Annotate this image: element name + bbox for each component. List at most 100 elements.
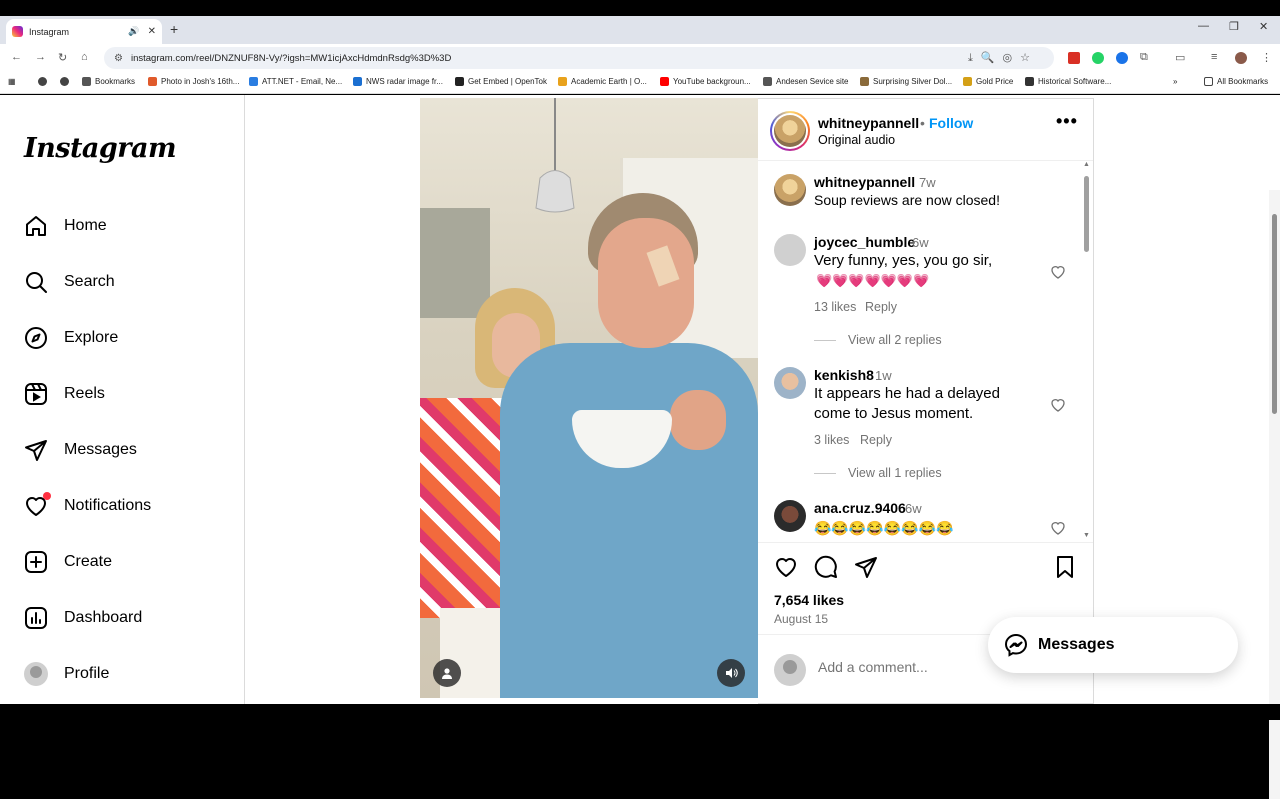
- comment-text: Very funny, yes, you go sir,: [814, 252, 993, 269]
- reply-button[interactable]: Reply: [860, 433, 892, 447]
- reload-icon[interactable]: ↻: [58, 51, 67, 64]
- page-scrollbar-thumb[interactable]: [1272, 214, 1277, 414]
- bookmark-label: Photo in Josh's 16th...: [161, 77, 240, 86]
- follow-button[interactable]: Follow: [929, 115, 973, 131]
- comments-list: whitneypannell 7w Soup reviews are now c…: [758, 162, 1093, 542]
- tagged-user-button[interactable]: [433, 659, 461, 687]
- volume-button[interactable]: [717, 659, 745, 687]
- reel-video[interactable]: [420, 98, 758, 698]
- browser-tab[interactable]: Instagram 🔊 ✕: [6, 19, 162, 44]
- audio-link[interactable]: Original audio: [818, 133, 895, 147]
- plus-square-icon: [25, 551, 47, 573]
- avatar: [774, 654, 806, 686]
- like-count[interactable]: 7,654 likes: [774, 592, 844, 608]
- bookmark-favicon-icon: [860, 77, 869, 86]
- messages-label: Messages: [1038, 636, 1115, 653]
- bookmark-label: YouTube backgroun...: [673, 77, 751, 86]
- forward-icon[interactable]: →: [35, 51, 46, 63]
- bookmark-item[interactable]: NWS radar image fr...: [353, 77, 443, 86]
- bookmark-item[interactable]: Historical Software...: [1025, 77, 1111, 86]
- bookmark-item[interactable]: Andesen Sevice site: [763, 77, 849, 86]
- share-send-icon[interactable]: [854, 555, 878, 579]
- close-tab-icon[interactable]: ✕: [148, 26, 156, 37]
- address-bar-actions[interactable]: ⤓🔍◎☆: [968, 51, 1038, 65]
- messages-floating-button[interactable]: Messages: [988, 617, 1238, 673]
- view-replies-button[interactable]: View all 1 replies: [814, 466, 942, 480]
- site-info-icon[interactable]: ⚙: [114, 53, 123, 64]
- sidebar-item-messages[interactable]: Messages: [24, 435, 137, 465]
- comment-likes[interactable]: 3 likes: [814, 433, 849, 447]
- menu-kebab-icon[interactable]: ⋮: [1261, 51, 1272, 64]
- bookmark-item[interactable]: ATT.NET - Email, Ne...: [249, 77, 342, 86]
- comment-username[interactable]: joycec_humble: [814, 234, 915, 250]
- address-bar[interactable]: ⚙ instagram.com/reel/DNZNUF8N-Vy/?igsh=M…: [104, 47, 1054, 69]
- compass-icon: [25, 327, 47, 349]
- side-panel-icon[interactable]: ▭: [1175, 51, 1185, 64]
- scroll-down-arrow-icon[interactable]: ▼: [1083, 532, 1090, 539]
- comment-bubble-icon[interactable]: [814, 555, 838, 579]
- sidebar-item-profile[interactable]: Profile: [24, 659, 109, 689]
- bookmark-item[interactable]: Bookmarks: [82, 77, 135, 86]
- browser-toolbar: ← → ↻ ⌂ ⚙ instagram.com/reel/DNZNUF8N-Vy…: [0, 44, 1280, 72]
- video-hand: [670, 390, 726, 450]
- comment-username[interactable]: ana.cruz.9406: [814, 500, 906, 516]
- bookmark-favicon-icon: [763, 77, 772, 86]
- sidebar-item-search[interactable]: Search: [24, 267, 115, 297]
- video-window: [420, 208, 490, 318]
- bookmark-item[interactable]: YouTube backgroun...: [660, 77, 751, 86]
- sidebar-item-explore[interactable]: Explore: [24, 323, 118, 353]
- avatar[interactable]: [774, 367, 806, 399]
- screen-top-border: [0, 0, 1280, 16]
- extensions-puzzle-icon[interactable]: ⧉: [1140, 51, 1148, 64]
- like-comment-heart-icon[interactable]: [1050, 397, 1066, 413]
- new-tab-button[interactable]: +: [170, 21, 178, 37]
- avatar[interactable]: [774, 234, 806, 266]
- whatsapp-extension-icon[interactable]: [1092, 52, 1104, 64]
- story-ring[interactable]: [770, 111, 810, 151]
- avatar[interactable]: [774, 174, 806, 206]
- extension-icon[interactable]: [1116, 52, 1128, 64]
- sidebar-item-notifications[interactable]: Notifications: [24, 491, 151, 521]
- bookmark-item[interactable]: Get Embed | OpenTok: [455, 77, 547, 86]
- bookmark-icon[interactable]: [60, 77, 73, 86]
- bookmark-item[interactable]: Surprising Silver Dol...: [860, 77, 952, 86]
- sidebar-item-reels[interactable]: Reels: [24, 379, 105, 409]
- speaker-icon[interactable]: 🔊: [128, 26, 139, 37]
- search-icon: [26, 272, 47, 293]
- comment-likes[interactable]: 13 likes: [814, 300, 856, 314]
- bookmark-label: Academic Earth | O...: [571, 77, 647, 86]
- view-replies-button[interactable]: View all 2 replies: [814, 333, 942, 347]
- minimize-icon[interactable]: —: [1198, 20, 1209, 32]
- more-bookmarks-icon[interactable]: »: [1173, 77, 1177, 86]
- like-comment-heart-icon[interactable]: [1050, 264, 1066, 280]
- comment-username[interactable]: kenkish8: [814, 367, 874, 383]
- like-comment-heart-icon[interactable]: [1050, 520, 1066, 536]
- back-icon[interactable]: ←: [11, 51, 22, 63]
- apps-grid-icon[interactable]: ▦: [8, 77, 16, 86]
- like-heart-icon[interactable]: [774, 555, 798, 579]
- comments-scrollbar[interactable]: [1084, 176, 1089, 252]
- profile-avatar-icon[interactable]: [1235, 52, 1247, 64]
- bookmark-item[interactable]: Academic Earth | O...: [558, 77, 647, 86]
- avatar[interactable]: [774, 500, 806, 532]
- bookmark-icon[interactable]: [38, 77, 51, 86]
- post-username[interactable]: whitneypannell: [818, 115, 919, 131]
- save-bookmark-icon[interactable]: [1053, 555, 1077, 579]
- bookmark-label: Gold Price: [976, 77, 1014, 86]
- bookmark-item[interactable]: Photo in Josh's 16th...: [148, 77, 239, 86]
- reply-button[interactable]: Reply: [865, 300, 897, 314]
- extension-icon[interactable]: [1068, 52, 1080, 64]
- restore-icon[interactable]: ❐: [1229, 20, 1239, 33]
- close-window-icon[interactable]: ✕: [1259, 20, 1268, 33]
- instagram-logo[interactable]: Instagram: [24, 133, 177, 164]
- sidebar-item-create[interactable]: Create: [24, 547, 112, 577]
- media-controls-icon[interactable]: ≡: [1211, 51, 1217, 63]
- bookmark-item[interactable]: Gold Price: [963, 77, 1013, 86]
- scroll-up-arrow-icon[interactable]: ▲: [1083, 162, 1090, 168]
- home-browser-icon[interactable]: ⌂: [81, 51, 88, 63]
- sidebar-item-dashboard[interactable]: Dashboard: [24, 603, 142, 633]
- all-bookmarks-button[interactable]: All Bookmarks: [1204, 77, 1268, 86]
- comment-username[interactable]: whitneypannell: [814, 174, 915, 190]
- more-options-icon[interactable]: •••: [1056, 111, 1078, 132]
- sidebar-item-home[interactable]: Home: [24, 211, 107, 241]
